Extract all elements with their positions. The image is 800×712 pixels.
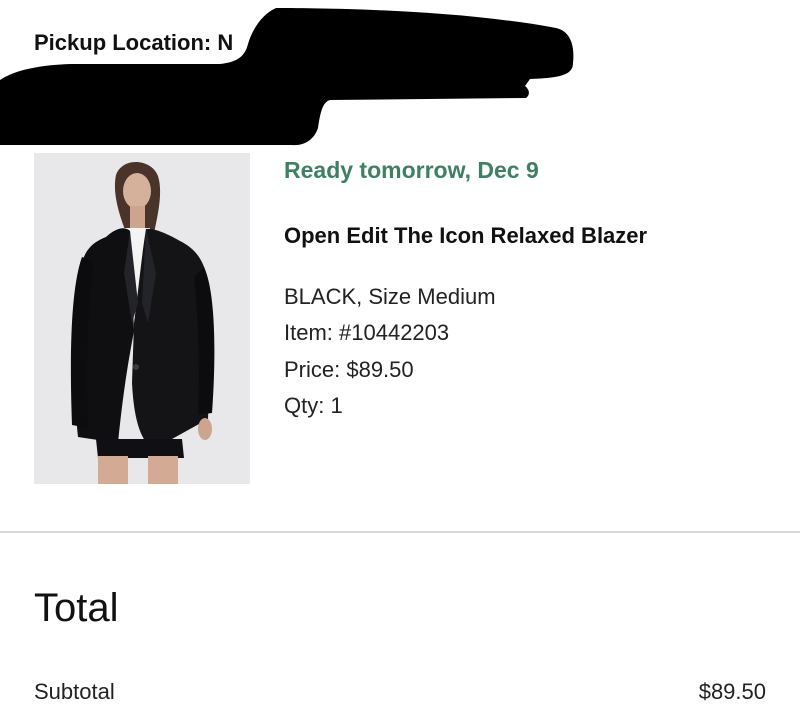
product-item-number: Item: #10442203 (284, 320, 450, 345)
product-quantity: Qty: 1 (284, 393, 343, 418)
redaction-mark (0, 8, 574, 146)
product-variant: BLACK, Size Medium (284, 284, 496, 309)
subtotal-label: Subtotal (34, 679, 115, 704)
product-name[interactable]: Open Edit The Icon Relaxed Blazer (284, 222, 647, 250)
section-divider (0, 531, 800, 533)
pickup-ready-date: Ready tomorrow, Dec 9 (284, 157, 539, 183)
blazer-model-photo (34, 153, 250, 484)
product-image[interactable] (34, 153, 250, 484)
subtotal-value: $89.50 (698, 679, 766, 704)
total-heading: Total (34, 586, 119, 630)
pickup-location-label: Pickup Location: N (34, 30, 234, 55)
order-details-page: Pickup Location: N Ready tomorrow, Dec 9… (0, 0, 800, 712)
product-price: Price: $89.50 (284, 357, 414, 382)
